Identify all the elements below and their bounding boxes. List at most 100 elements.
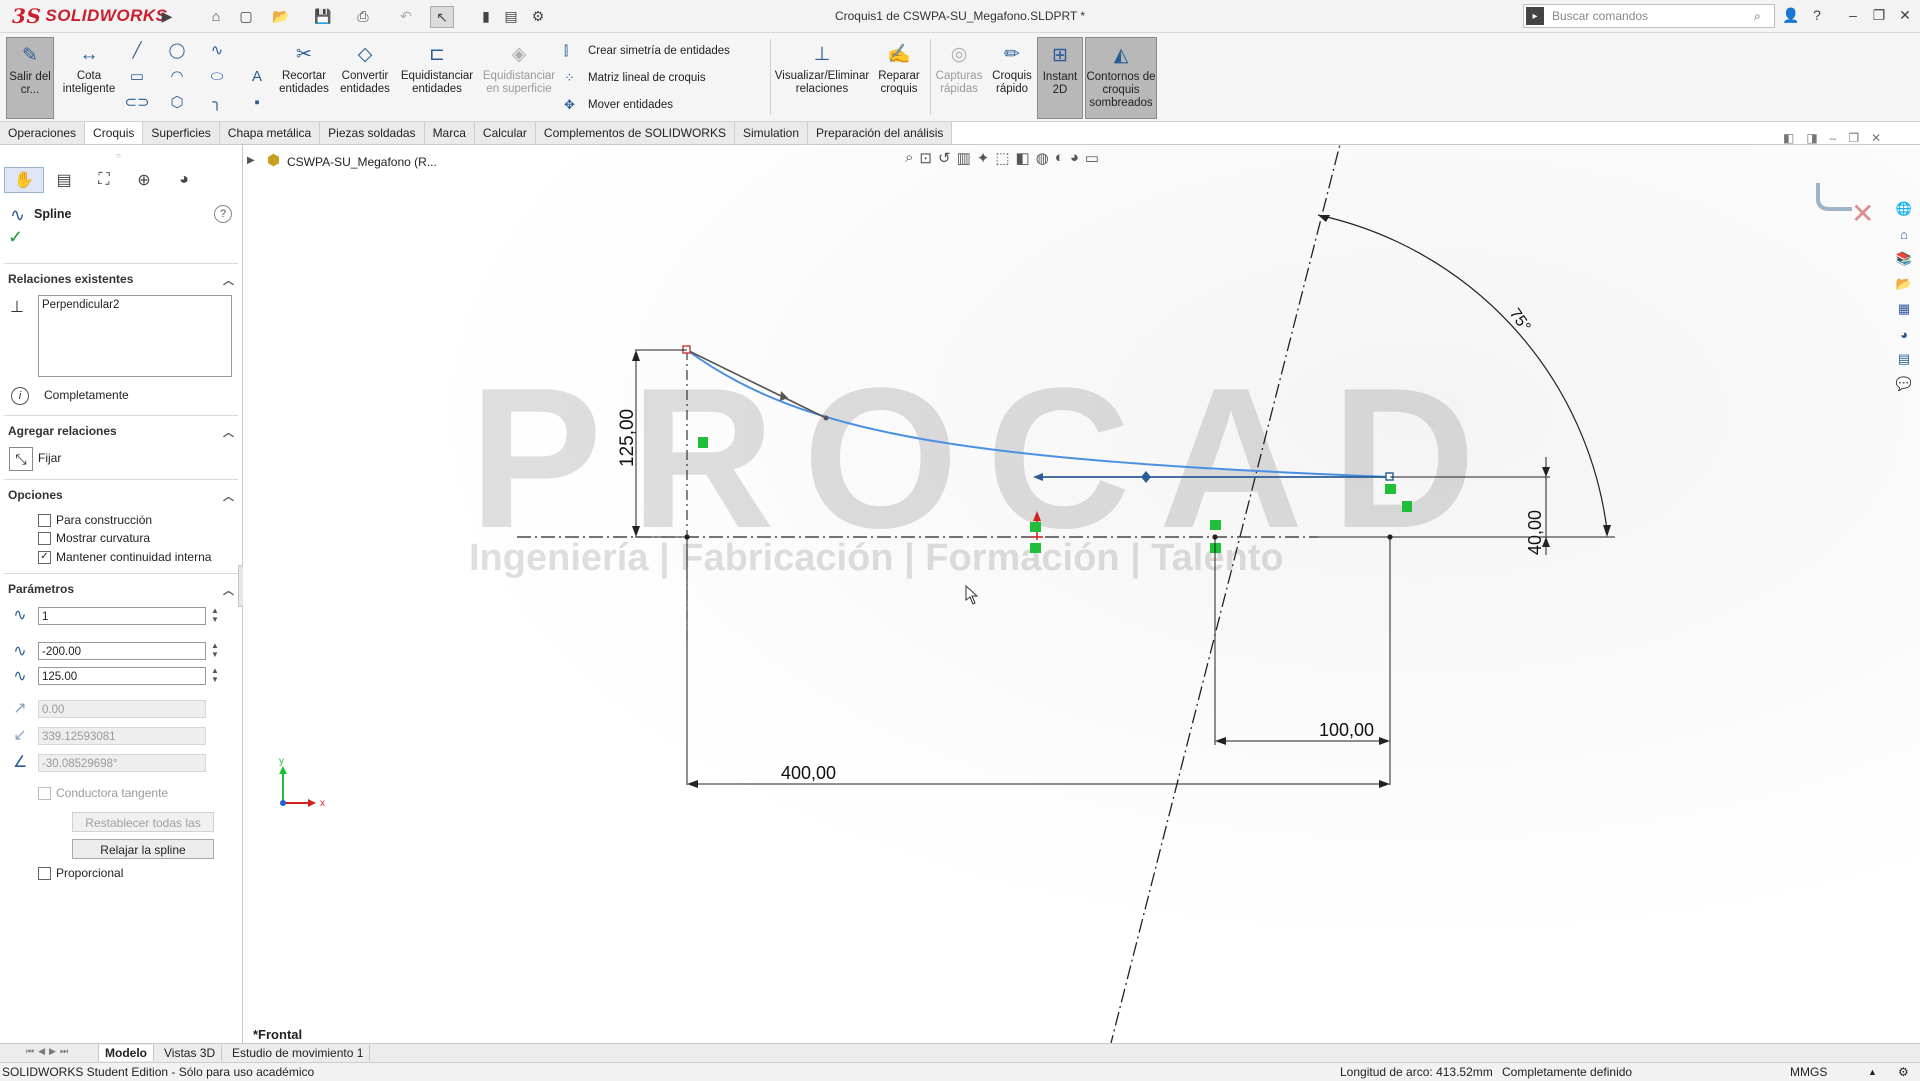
instant2d-button[interactable]: ⊞ Instant 2D xyxy=(1037,37,1083,119)
rapid-sketch-button[interactable]: ✏ Croquis rápido xyxy=(990,37,1034,117)
customize-icon[interactable]: ⚙ xyxy=(1898,1063,1909,1081)
offset-dimension-text[interactable]: 100,00 xyxy=(1319,720,1374,740)
search-icon[interactable]: ⌕ xyxy=(1754,9,1774,24)
configuration-tab-icon[interactable]: ⛶ xyxy=(84,167,124,193)
viewport-minimize-icon[interactable]: – xyxy=(1830,131,1837,145)
checkbox-box-checked[interactable]: ✓ xyxy=(38,550,51,564)
new-document-icon[interactable]: ▢ xyxy=(235,6,257,26)
search-input[interactable]: Buscar comandos xyxy=(1552,9,1754,23)
view-palette-icon[interactable]: ▦ xyxy=(1893,298,1915,320)
parameters-header[interactable]: Parámetros ︿ xyxy=(8,582,234,600)
small-height-dimension-text[interactable]: 40,00 xyxy=(1525,510,1545,555)
next-tab-icon[interactable]: ▶ xyxy=(49,1046,56,1057)
tab-model[interactable]: Modelo xyxy=(98,1045,154,1061)
units-selector[interactable]: MMGS xyxy=(1790,1063,1827,1081)
horizontal-relation-icon[interactable] xyxy=(1030,543,1041,553)
proportional-checkbox[interactable]: Proporcional xyxy=(38,865,123,881)
confirmation-corner[interactable]: ✕ xyxy=(1816,183,1874,229)
coincident-relation-icon[interactable] xyxy=(1210,520,1221,530)
home-icon[interactable]: ⌂ xyxy=(1893,223,1915,245)
tab-superficies[interactable]: Superficies xyxy=(143,122,220,144)
tab-croquis[interactable]: Croquis xyxy=(85,122,144,145)
tab-calcular[interactable]: Calcular xyxy=(474,122,536,144)
quick-snaps-button[interactable]: ◎ Capturas rápidas xyxy=(934,37,984,117)
viewport-close-icon[interactable]: ✕ xyxy=(1871,131,1881,145)
forum-icon[interactable]: 💬 xyxy=(1893,373,1915,395)
tangent-driving-checkbox[interactable]: Conductora tangente xyxy=(38,785,168,801)
first-tab-icon[interactable]: ⏮ xyxy=(26,1046,34,1057)
menu-expand-icon[interactable]: ▶ xyxy=(160,6,174,26)
x-coordinate-field[interactable]: -200.00 xyxy=(38,642,206,660)
close-icon[interactable]: ✕ xyxy=(1892,4,1918,26)
tab-simulation[interactable]: Simulation xyxy=(734,122,809,144)
repair-sketch-button[interactable]: ✍ Reparar croquis xyxy=(874,37,924,117)
checkbox-box[interactable] xyxy=(38,531,51,545)
minimize-icon[interactable]: – xyxy=(1840,4,1866,26)
units-chevron-up-icon[interactable]: ▲ xyxy=(1868,1063,1877,1081)
undo-icon[interactable]: ↶ xyxy=(395,6,417,26)
property-manager-tab-icon[interactable]: ✋ xyxy=(4,167,44,193)
point-number-field[interactable]: 1 xyxy=(38,607,206,625)
custom-properties-icon[interactable]: ▤ xyxy=(1893,348,1915,370)
point-icon[interactable]: ▪ xyxy=(248,93,266,111)
offset-surface-button[interactable]: ◈ Equidistanciar en superficie xyxy=(478,37,560,117)
checkbox-box[interactable] xyxy=(38,786,51,800)
tangent-relation-icon[interactable] xyxy=(1385,484,1396,494)
y-coordinate-field[interactable]: 125.00 xyxy=(38,667,206,685)
slot-icon[interactable]: ⊂⊃ xyxy=(124,93,149,111)
tangent-weight1-field[interactable]: 0.00 xyxy=(38,700,206,718)
panel-toggle-right-icon[interactable]: ◨ xyxy=(1806,131,1817,145)
display-manager-tab-icon[interactable]: ◕ xyxy=(164,167,204,193)
fix-relation-label[interactable]: Fijar xyxy=(38,451,61,465)
sketch-canvas[interactable]: PROCAD Ingeniería | Fabricación | Formac… xyxy=(243,145,1920,1043)
panel-toggle-left-icon[interactable]: ◧ xyxy=(1783,131,1794,145)
tab-preparación-del-análisis[interactable]: Preparación del análisis xyxy=(808,122,953,144)
horizontal-relation-icon[interactable] xyxy=(1402,501,1412,512)
open-icon[interactable]: 📂 xyxy=(270,6,292,26)
fillet-icon[interactable]: ╮ xyxy=(208,93,226,111)
construction-centerline[interactable] xyxy=(1110,145,1350,1043)
help-icon[interactable]: ? xyxy=(1804,4,1830,26)
tab-operaciones[interactable]: Operaciones xyxy=(0,122,86,144)
text-icon[interactable]: A xyxy=(248,67,266,85)
exit-sketch-button[interactable]: ✎ Salir del cr... xyxy=(6,37,54,119)
width-dimension-text[interactable]: 400,00 xyxy=(781,763,836,783)
fix-relation-icon[interactable]: ⤡ xyxy=(9,447,33,471)
dimxpert-tab-icon[interactable]: ⊕ xyxy=(124,167,164,193)
tab-piezas-soldadas[interactable]: Piezas soldadas xyxy=(320,122,425,144)
x-coordinate-spinner[interactable]: ▲ ▼ xyxy=(210,641,220,661)
ok-checkmark-icon[interactable]: ✓ xyxy=(8,227,23,248)
checkbox-box[interactable] xyxy=(38,866,51,880)
shaded-contours-button[interactable]: ◭ Contornos de croquis sombreados xyxy=(1085,37,1157,119)
solidworks-resources-icon[interactable]: 🌐 xyxy=(1893,198,1915,220)
tangent-angle-field[interactable]: -30.08529698° xyxy=(38,754,206,772)
offset-button[interactable]: ⊏ Equidistanciar entidades xyxy=(398,37,476,117)
reset-handles-button[interactable]: Restablecer todas las asas xyxy=(72,812,214,850)
spline-icon[interactable]: ∿ xyxy=(208,41,226,59)
show-curvature-checkbox[interactable]: Mostrar curvatura xyxy=(38,530,150,546)
vertical-relation-icon[interactable] xyxy=(698,437,708,448)
circle-icon[interactable]: ◯ xyxy=(168,41,186,59)
construction-checkbox[interactable]: Para construcción xyxy=(38,512,152,528)
save-icon[interactable]: 💾 xyxy=(312,6,334,26)
mirror-button[interactable]: ⫿ Crear simetría de entidades xyxy=(564,41,730,61)
existing-relations-header[interactable]: Relaciones existentes ︿ xyxy=(8,272,234,290)
rectangle-icon[interactable]: ▭ xyxy=(128,67,146,85)
linear-pattern-button[interactable]: ⁘ Matriz lineal de croquis xyxy=(564,68,706,88)
tab-3d-views[interactable]: Vistas 3D xyxy=(158,1045,223,1061)
y-coordinate-spinner[interactable]: ▲ ▼ xyxy=(210,666,220,686)
print-icon[interactable]: ⎙ xyxy=(352,6,374,26)
search-commands[interactable]: ▸ Buscar comandos ⌕ xyxy=(1523,4,1775,28)
graphics-area[interactable]: ▶ ⬢ CSWPA-SU_Megafono (R... ⌕ ⊡ ↺ ▥ ✦ ⬚ … xyxy=(243,131,1920,1043)
polygon-icon[interactable]: ⬡ xyxy=(168,93,186,111)
appearances-icon[interactable]: ◕ xyxy=(1893,323,1915,345)
restore-icon[interactable]: ❐ xyxy=(1866,4,1892,26)
tab-marca[interactable]: Marca xyxy=(424,122,475,144)
point-number-spinner[interactable]: ▲ ▼ xyxy=(210,606,220,626)
relax-spline-button[interactable]: Relajar la spline xyxy=(72,839,214,859)
options-header[interactable]: Opciones ︿ xyxy=(8,488,234,506)
smart-dimension-button[interactable]: ↔ Cota inteligente xyxy=(60,37,118,117)
file-explorer-icon[interactable]: 📂 xyxy=(1893,273,1915,295)
arc-icon[interactable]: ◠ xyxy=(168,67,186,85)
prev-tab-icon[interactable]: ◀ xyxy=(38,1046,45,1057)
